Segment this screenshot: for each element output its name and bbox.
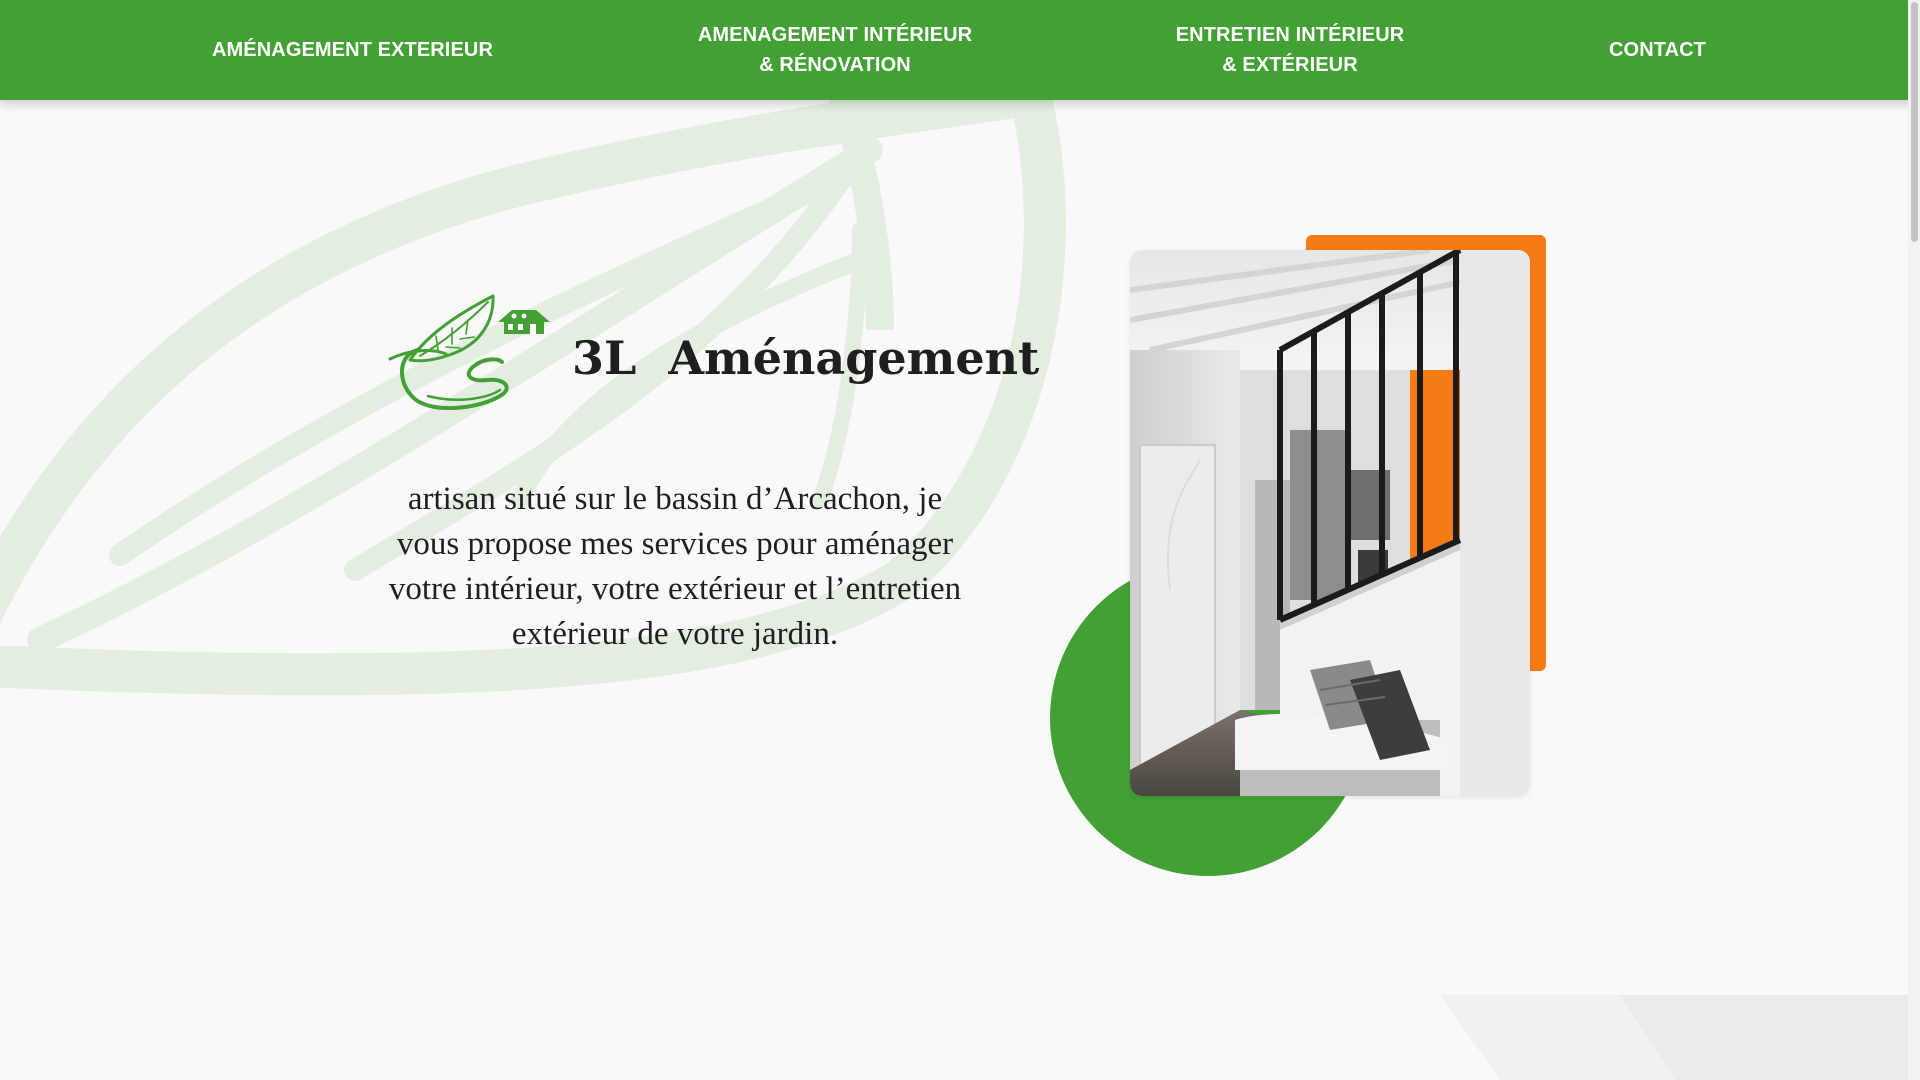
leaf-house-logo-icon bbox=[388, 294, 550, 410]
nav-item-amenagement-exterieur[interactable]: AMÉNAGEMENT EXTERIEUR bbox=[190, 0, 515, 100]
interior-photo bbox=[1130, 250, 1530, 796]
nav-label: CONTACT bbox=[1609, 39, 1706, 61]
nav-label: & EXTÉRIEUR bbox=[1222, 54, 1358, 76]
nav-label: AMÉNAGEMENT EXTERIEUR bbox=[211, 39, 493, 61]
nav-item-entretien-interieur-exterieur[interactable]: ENTRETIEN INTÉRIEUR & EXTÉRIEUR bbox=[1140, 0, 1440, 100]
top-navigation: AMÉNAGEMENT EXTERIEUR AMENAGEMENT INTÉRI… bbox=[0, 0, 1920, 100]
page: AMÉNAGEMENT EXTERIEUR AMENAGEMENT INTÉRI… bbox=[0, 0, 1920, 1080]
nav-item-contact[interactable]: CONTACT bbox=[1580, 0, 1735, 100]
page-scrollbar[interactable] bbox=[1908, 0, 1920, 1080]
nav-label: AMENAGEMENT INTÉRIEUR bbox=[697, 24, 973, 46]
bottom-decoration bbox=[1440, 995, 1920, 1080]
nav-item-amenagement-interieur-renovation[interactable]: AMENAGEMENT INTÉRIEUR & RÉNOVATION bbox=[670, 0, 1000, 100]
brand-prefix: 3L bbox=[572, 331, 637, 385]
brand-title: Aménagement bbox=[668, 331, 1040, 385]
nav-label: & RÉNOVATION bbox=[759, 54, 911, 76]
intro-text: artisan situé sur le bassin d’Arcachon, … bbox=[388, 481, 962, 652]
scrollbar-thumb[interactable] bbox=[1911, 2, 1918, 242]
nav-label: ENTRETIEN INTÉRIEUR bbox=[1175, 24, 1405, 46]
brand-name: 3L Aménagement bbox=[572, 328, 1039, 388]
